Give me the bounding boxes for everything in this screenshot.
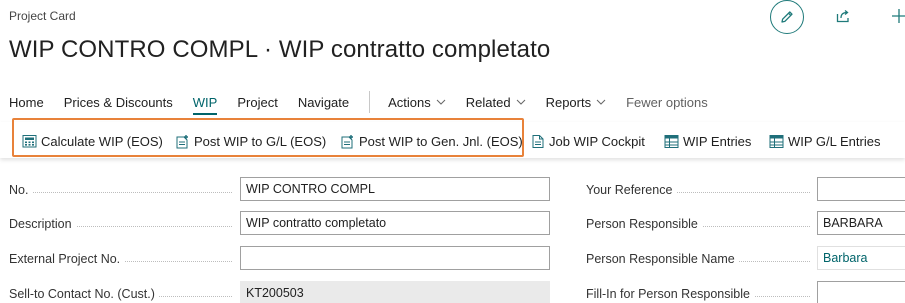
wip-action-bar: Calculate WIP (EOS) Post WIP to G/L (EOS… [0,122,905,158]
pencil-icon [781,11,793,23]
menu-divider [369,91,371,113]
page-title: WIP CONTRO COMPL · WIP contratto complet… [9,36,551,63]
new-button[interactable] [888,5,905,27]
calculate-icon [22,134,37,147]
description-label: Description [9,215,238,233]
menu-project[interactable]: Project [237,95,277,110]
wip-gl-entries-button[interactable]: WIP G/L Entries [769,131,880,151]
menu-reports-dropdown[interactable]: Reports [546,95,607,110]
calculate-wip-button[interactable]: Calculate WIP (EOS) [22,131,163,151]
entries-icon [769,134,784,148]
menu-related-label: Related [465,94,511,110]
plus-icon [892,9,905,23]
menu-navigate[interactable]: Navigate [298,95,349,110]
post-wip-to-gen-jnl-label: Post WIP to Gen. Jnl. (EOS) [359,133,523,149]
fewer-options-button[interactable]: Fewer options [626,95,708,110]
post-wip-to-gen-jnl-button[interactable]: Post WIP to Gen. Jnl. (EOS) [340,131,523,151]
your-reference-label: Your Reference [586,181,816,199]
page-caption: Project Card [9,9,76,23]
menu-reports-label: Reports [545,94,592,110]
person-responsible-name-field: Barbara [817,246,905,270]
calculate-wip-label: Calculate WIP (EOS) [41,133,163,149]
wip-entries-label: WIP Entries [683,133,752,149]
chevron-down-icon [596,99,606,105]
menu-home[interactable]: Home [9,95,44,110]
job-wip-cockpit-label: Job WIP Cockpit [549,133,645,149]
menu-wip[interactable]: WIP [192,95,217,115]
chevron-down-icon [516,99,525,105]
entries-icon [664,134,679,148]
document-icon [532,134,544,148]
job-wip-cockpit-button[interactable]: Job WIP Cockpit [531,131,645,151]
your-reference-field[interactable] [817,177,905,201]
post-icon [341,134,353,148]
no-label: No. [9,181,238,199]
fill-in-person-responsible-label: Fill-In for Person Responsible [586,285,816,303]
menu-prices-discounts[interactable]: Prices & Discounts [64,95,173,110]
menu-actions-dropdown[interactable]: Actions [388,95,446,110]
fill-in-person-responsible-field[interactable] [817,281,905,303]
post-icon [176,134,188,148]
wip-entries-button[interactable]: WIP Entries [664,131,751,151]
menu-related-dropdown[interactable]: Related [466,95,526,110]
external-project-no-field[interactable] [240,246,550,270]
menu-actions-label: Actions [388,94,431,110]
action-menu: Home Prices & Discounts WIP Project Navi… [9,91,905,115]
edit-button[interactable] [770,0,804,34]
sell-to-contact-no-field: KT200503 [240,281,550,303]
no-field[interactable]: WIP CONTRO COMPL [240,177,550,201]
external-project-no-label: External Project No. [9,250,238,268]
sell-to-contact-no-label: Sell-to Contact No. (Cust.) [9,285,238,303]
person-responsible-field[interactable]: BARBARA [817,211,905,235]
person-responsible-name-label: Person Responsible Name [586,250,816,268]
post-wip-to-gl-button[interactable]: Post WIP to G/L (EOS) [175,131,326,151]
post-wip-to-gl-label: Post WIP to G/L (EOS) [194,133,327,149]
description-field[interactable]: WIP contratto completato [240,211,550,235]
project-card-page: Project Card WIP CONTRO COMPL · WIP cont… [0,0,905,303]
wip-gl-entries-label: WIP G/L Entries [788,133,881,149]
share-button[interactable] [832,5,854,27]
chevron-down-icon [436,99,446,105]
person-responsible-label: Person Responsible [586,215,816,233]
share-icon [836,9,849,23]
